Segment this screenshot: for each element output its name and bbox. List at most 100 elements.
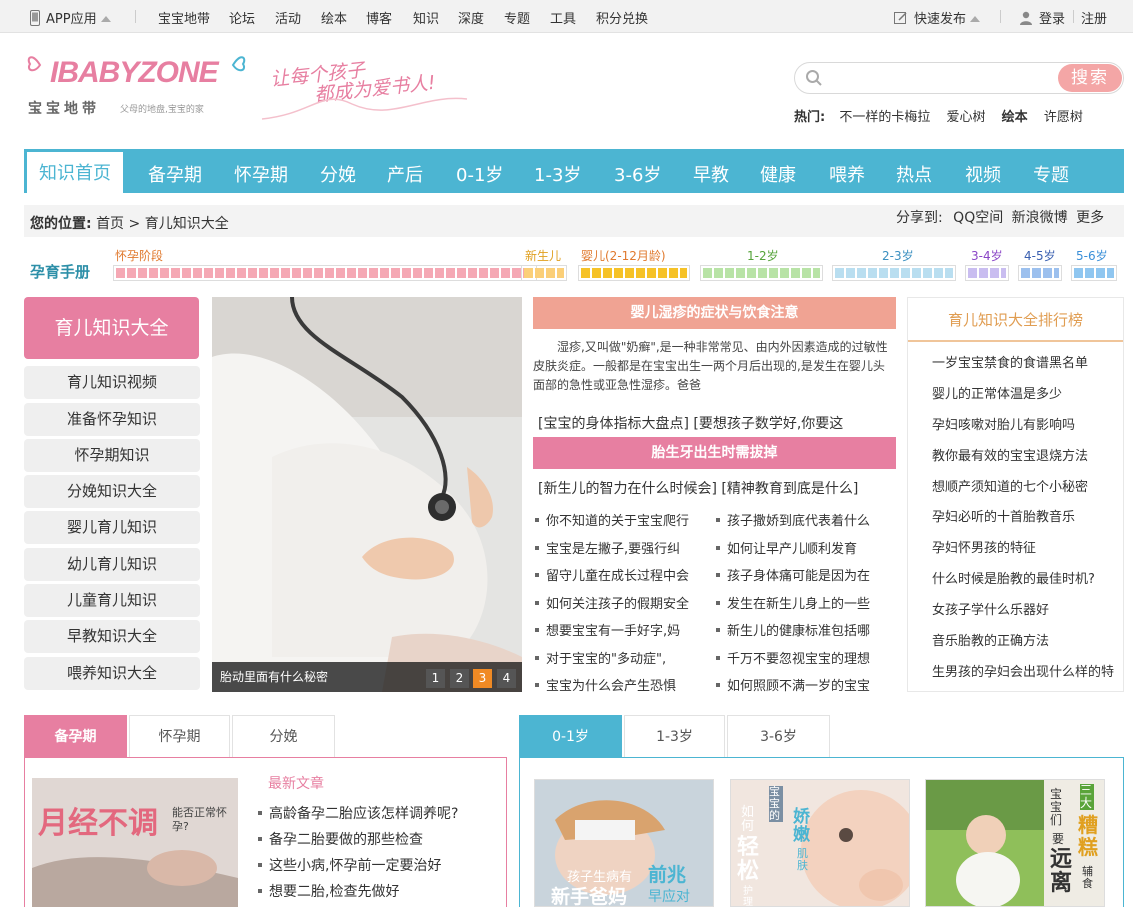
ranking-item[interactable]: 一岁宝宝禁食的食谱黑名单	[932, 352, 1088, 371]
slider-page-2[interactable]: 2	[450, 669, 469, 688]
stage-bar-pregnancy[interactable]	[113, 265, 537, 281]
article-list-item[interactable]: 留守儿童在成长过程中会	[535, 565, 689, 584]
menstruation-article-image[interactable]: 月经不调 能否正常怀孕?	[32, 778, 238, 907]
ranking-item[interactable]: 婴儿的正常体温是多少	[932, 383, 1062, 402]
bad-food-article-image[interactable]: 宝宝们 要 远离 三大 糟糕 辅食	[925, 779, 1105, 907]
nav-tab-knowledge-home[interactable]: 知识首页	[27, 152, 123, 193]
nav-tab[interactable]: 怀孕期	[234, 161, 288, 187]
hot-link[interactable]: 不一样的卡梅拉	[839, 110, 930, 125]
share-qzone[interactable]: QQ空间	[953, 210, 1003, 226]
topnav-link[interactable]: 活动	[275, 8, 301, 27]
article-link[interactable]: [要想孩子数学好,你要这	[693, 416, 843, 432]
stage-bar-4-5[interactable]	[1018, 265, 1062, 281]
tab-pre-pregnancy[interactable]: 备孕期	[24, 715, 127, 757]
topnav-link[interactable]: 博客	[366, 8, 392, 27]
topnav-link[interactable]: 论坛	[229, 8, 255, 27]
nav-tab[interactable]: 健康	[760, 161, 796, 187]
stage-label[interactable]: 2-3岁	[882, 247, 914, 264]
article-list-item[interactable]: 孩子身体痛可能是因为在	[716, 565, 870, 584]
article-list-item[interactable]: 宝宝为什么会产生恐惧	[535, 675, 676, 694]
ranking-item[interactable]: 孕妇咳嗽对胎儿有影响吗	[932, 414, 1075, 433]
nav-tab[interactable]: 1-3岁	[534, 161, 581, 187]
article-list-item[interactable]: 新生儿的健康标准包括哪	[716, 620, 870, 639]
stage-label[interactable]: 3-4岁	[971, 247, 1003, 264]
latest-article[interactable]: 备孕二胎要做的那些检查	[258, 829, 423, 849]
headline-teeth[interactable]: 胎生牙出生时需拔掉	[533, 437, 896, 469]
article-list-item[interactable]: 发生在新生儿身上的一些	[716, 593, 870, 612]
sick-child-article-image[interactable]: 孩子生病有 前兆 新手爸妈 早应对	[534, 779, 714, 907]
share-more[interactable]: 更多	[1076, 210, 1104, 226]
app-menu[interactable]: APP应用	[30, 8, 111, 27]
stage-bar-1-2[interactable]	[700, 265, 823, 281]
article-list-item[interactable]: 千万不要忽视宝宝的理想	[716, 648, 870, 667]
article-list-item[interactable]: 如何照顾不满一岁的宝宝	[716, 675, 870, 694]
article-list-item[interactable]: 如何关注孩子的假期安全	[535, 593, 689, 612]
nav-tab[interactable]: 专题	[1033, 161, 1069, 187]
slider-page-1[interactable]: 1	[426, 669, 445, 688]
article-list-item[interactable]: 宝宝是左撇子,要强行纠	[535, 538, 680, 557]
ranking-item[interactable]: 孕妇必听的十首胎教音乐	[932, 506, 1075, 525]
quick-publish-button[interactable]: 快速发布	[894, 8, 981, 27]
nav-tab[interactable]: 视频	[965, 161, 1001, 187]
topnav-link[interactable]: 绘本	[321, 8, 347, 27]
stage-label[interactable]: 怀孕阶段	[115, 247, 163, 264]
stage-bar-newborn[interactable]	[521, 265, 567, 281]
sidebar-item[interactable]: 幼儿育儿知识	[24, 548, 200, 581]
stage-label[interactable]: 新生儿	[525, 247, 561, 264]
stage-label[interactable]: 婴儿(2-12月龄)	[581, 247, 666, 264]
topnav-link[interactable]: 专题	[504, 8, 530, 27]
hot-link[interactable]: 爱心树	[947, 110, 986, 125]
article-link[interactable]: [新生儿的智力在什么时候会]	[538, 481, 717, 497]
slider-page-4[interactable]: 4	[497, 669, 516, 688]
ranking-item[interactable]: 音乐胎教的正确方法	[932, 630, 1049, 649]
register-link[interactable]: 注册	[1081, 8, 1107, 27]
topnav-link[interactable]: 宝宝地带	[158, 8, 210, 27]
ranking-item[interactable]: 什么时候是胎教的最佳时机?	[932, 568, 1095, 587]
ranking-item[interactable]: 孕妇怀男孩的特征	[932, 537, 1036, 556]
hot-link[interactable]: 绘本	[1002, 110, 1028, 125]
hot-link[interactable]: 许愿树	[1044, 110, 1083, 125]
nav-tab[interactable]: 0-1岁	[456, 161, 503, 187]
sidebar-item[interactable]: 早教知识大全	[24, 620, 200, 653]
article-link[interactable]: [宝宝的身体指标大盘点]	[538, 416, 689, 432]
article-list-item[interactable]: 想要宝宝有一手好字,妈	[535, 620, 680, 639]
login-link[interactable]: 登录	[1019, 8, 1065, 27]
breadcrumb-home[interactable]: 首页	[96, 216, 124, 232]
topnav-link[interactable]: 知识	[413, 8, 439, 27]
sidebar-item[interactable]: 喂养知识大全	[24, 657, 200, 690]
nav-tab[interactable]: 喂养	[829, 161, 865, 187]
stage-label[interactable]: 1-2岁	[747, 247, 779, 264]
stage-bar-3-4[interactable]	[965, 265, 1009, 281]
tab-childbirth[interactable]: 分娩	[232, 715, 335, 757]
stage-bar-5-6[interactable]	[1071, 265, 1117, 281]
latest-article[interactable]: 想要二胎,检查先做好	[258, 881, 399, 901]
nav-tab[interactable]: 分娩	[320, 161, 356, 187]
sidebar-item[interactable]: 准备怀孕知识	[24, 403, 200, 436]
article-link[interactable]: [精神教育到底是什么]	[721, 481, 858, 497]
slider-page-3-active[interactable]: 3	[473, 669, 492, 688]
nav-tab[interactable]: 3-6岁	[614, 161, 661, 187]
topnav-link[interactable]: 深度	[458, 8, 484, 27]
article-list-item[interactable]: 对于宝宝的"多动症",	[535, 648, 666, 667]
article-list-item[interactable]: 如何让早产儿顺利发育	[716, 538, 857, 557]
ranking-item[interactable]: 想顺产须知道的七个小秘密	[932, 476, 1088, 495]
sidebar-item[interactable]: 怀孕期知识	[24, 439, 200, 472]
tab-1-3[interactable]: 1-3岁	[624, 715, 725, 757]
article-list-item[interactable]: 你不知道的关于宝宝爬行	[535, 510, 689, 529]
nav-tab[interactable]: 早教	[693, 161, 729, 187]
baby-skin-article-image[interactable]: 宝宝的 娇嫩 肌肤 如何 轻松 护理	[730, 779, 910, 907]
share-weibo[interactable]: 新浪微博	[1012, 210, 1068, 226]
stage-bar-2-3[interactable]	[832, 265, 956, 281]
ranking-item[interactable]: 生男孩的孕妇会出现什么样的特	[932, 661, 1114, 680]
tab-3-6[interactable]: 3-6岁	[727, 715, 830, 757]
latest-article[interactable]: 这些小病,怀孕前一定要治好	[258, 855, 441, 875]
ranking-item[interactable]: 教你最有效的宝宝退烧方法	[932, 445, 1088, 464]
sidebar-item[interactable]: 分娩知识大全	[24, 475, 200, 508]
latest-article[interactable]: 高龄备孕二胎应该怎样调养呢?	[258, 803, 458, 823]
sidebar-item[interactable]: 儿童育儿知识	[24, 584, 200, 617]
site-logo[interactable]: IBABYZONE 宝宝地带 父母的地盘,宝宝的家 让每个孩子 都成为爱书人!	[26, 50, 476, 130]
sidebar-item[interactable]: 育儿知识视频	[24, 366, 200, 399]
tab-pregnancy[interactable]: 怀孕期	[129, 715, 230, 757]
nav-tab[interactable]: 备孕期	[148, 161, 202, 187]
nav-tab[interactable]: 产后	[387, 161, 423, 187]
